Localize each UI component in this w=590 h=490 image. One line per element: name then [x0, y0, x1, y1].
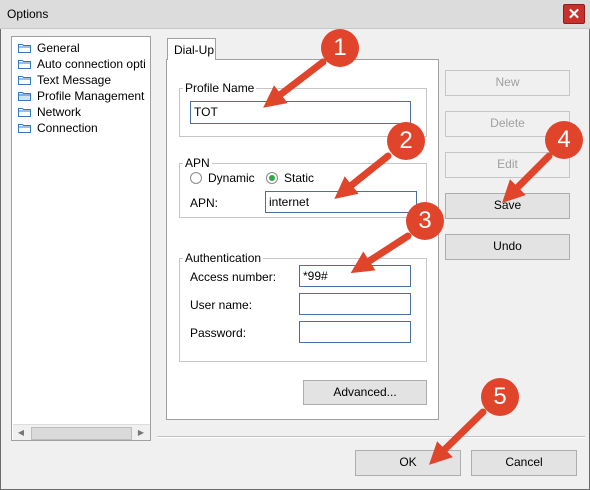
annotation-marker-3: 3 — [406, 202, 444, 240]
annotation-arrow-3 — [350, 232, 412, 274]
annotation-arrow-4 — [502, 152, 553, 203]
annotation-arrow-2 — [334, 152, 392, 199]
annotation-marker-4: 4 — [545, 121, 583, 159]
annotation-arrow-5 — [428, 408, 487, 465]
annotation-arrow-1 — [263, 58, 327, 108]
annotation-marker-1: 1 — [321, 29, 359, 67]
annotation-marker-5: 5 — [481, 378, 519, 416]
annotation-arrows — [263, 58, 553, 465]
annotation-marker-2: 2 — [387, 122, 425, 160]
